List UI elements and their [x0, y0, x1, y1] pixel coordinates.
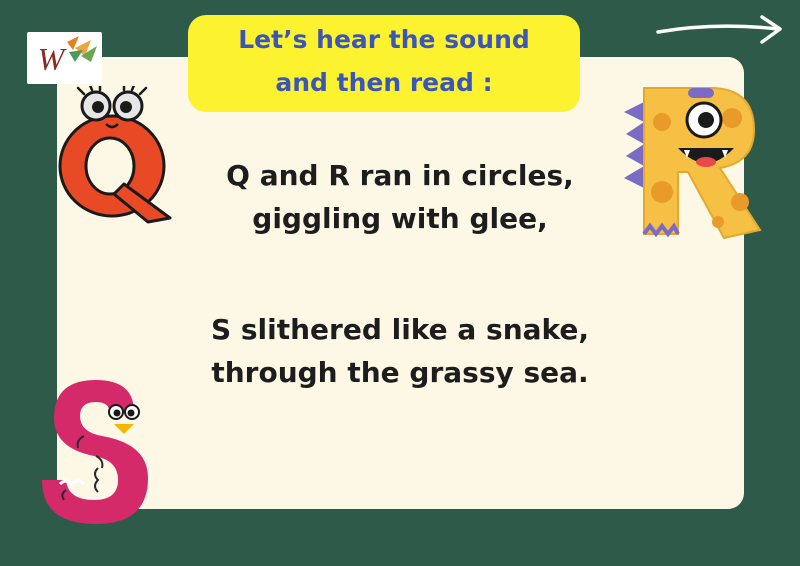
poem-line: through the grassy sea.	[211, 356, 589, 389]
poem-line: Q and R ran in circles,	[226, 159, 574, 192]
letter-q-character	[58, 86, 172, 224]
letter-s-character	[42, 380, 148, 524]
poem-stanza-1: Q and R ran in circles, giggling with gl…	[150, 154, 650, 240]
instruction-banner: Let’s hear the sound and then read :	[188, 15, 580, 112]
instruction-line-2: and then read :	[275, 67, 493, 97]
next-arrow-icon[interactable]	[656, 12, 786, 48]
poem-stanza-2: S slithered like a snake, through the gr…	[150, 308, 650, 394]
letter-r-monster	[624, 87, 762, 240]
instruction-text: Let’s hear the sound and then read :	[238, 18, 530, 104]
instruction-line-1: Let’s hear the sound	[238, 24, 530, 54]
poem-line: S slithered like a snake,	[210, 313, 590, 346]
logo-icon: W	[38, 36, 97, 77]
logo-mark: W	[38, 41, 68, 77]
poem-line: giggling with glee,	[252, 202, 548, 235]
brand-logo: W	[27, 32, 102, 84]
